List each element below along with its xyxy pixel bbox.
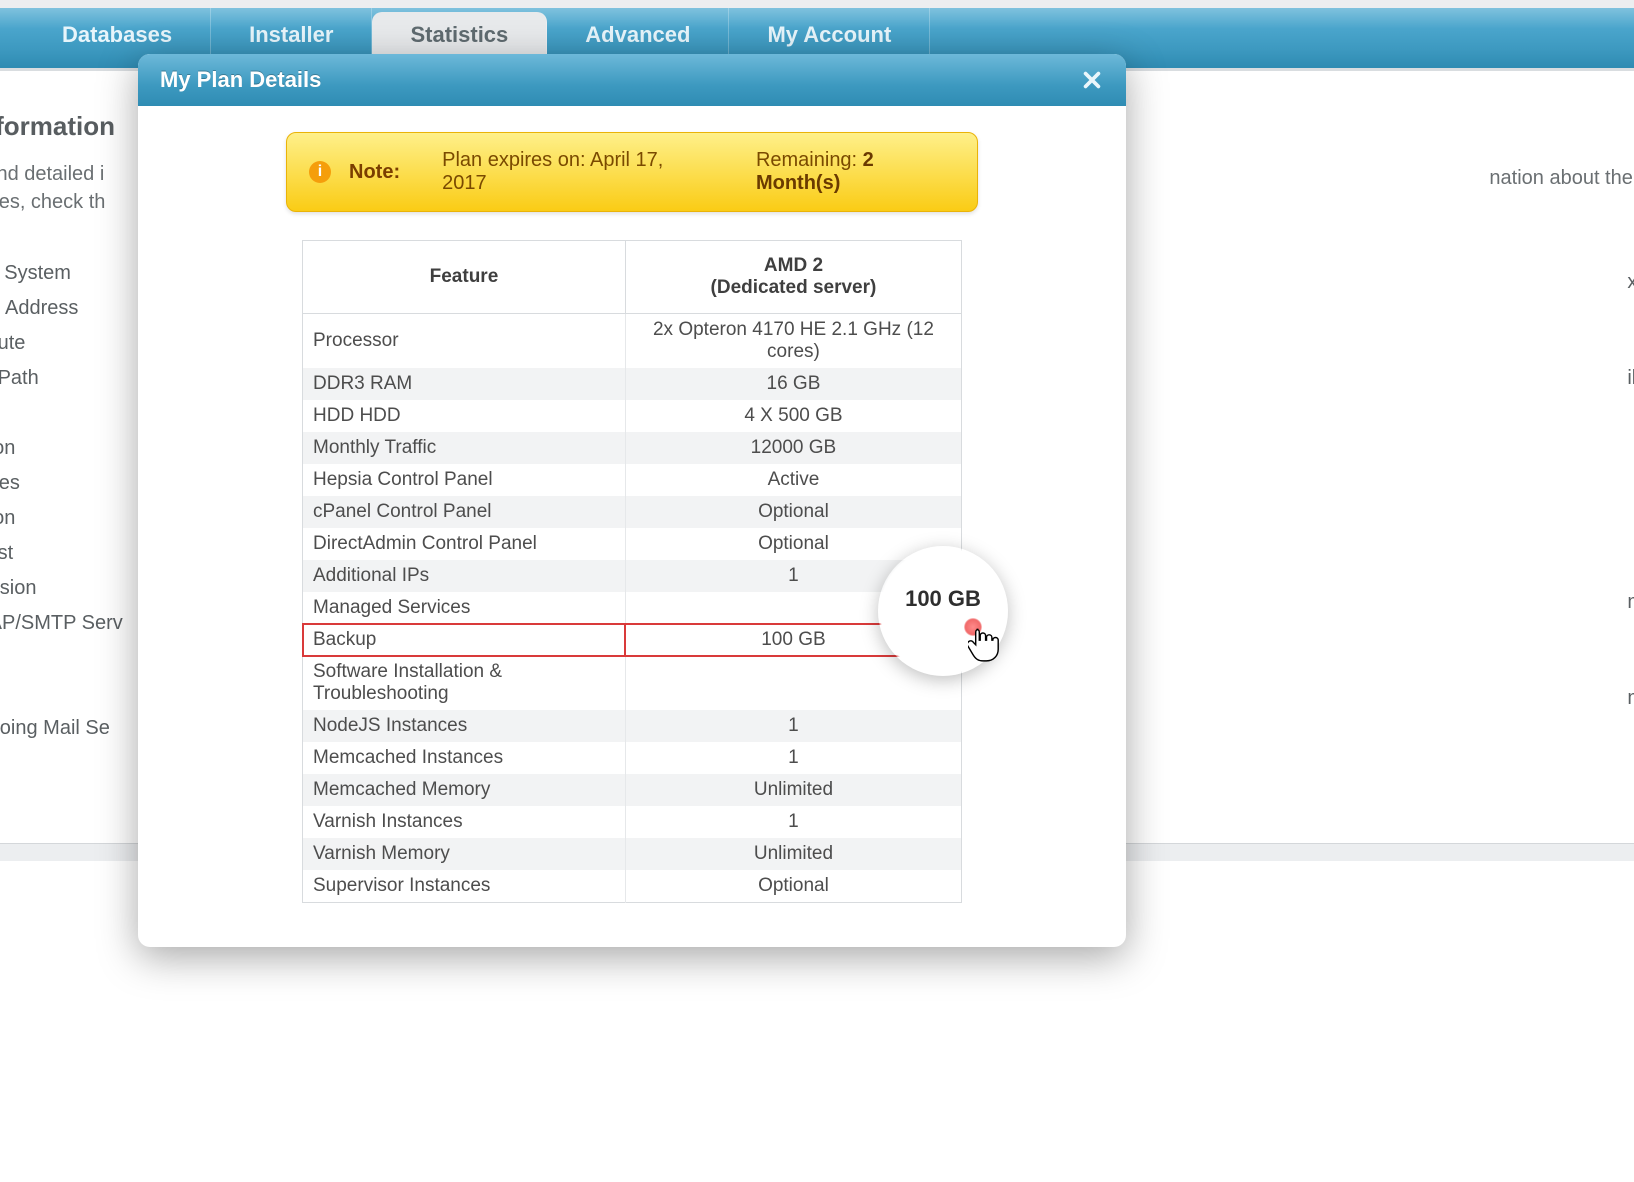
note-expires-prefix: Plan expires on: xyxy=(442,149,590,171)
table-row: Software Installation & Troubleshooting xyxy=(303,656,962,710)
feature-name: Varnish Memory xyxy=(303,838,626,870)
info-right-column: x il m m xyxy=(1627,271,1634,751)
note-bar: i Note: Plan expires on: April 17, 2017 … xyxy=(286,132,978,212)
list-item xyxy=(1627,623,1634,655)
feature-value: 1 xyxy=(625,742,961,774)
table-row: Managed Services xyxy=(303,592,962,624)
list-item xyxy=(1627,431,1634,463)
plan-name: AMD 2 xyxy=(764,255,823,276)
list-item: x xyxy=(1627,271,1634,303)
table-row: Varnish MemoryUnlimited xyxy=(303,838,962,870)
list-item xyxy=(1627,655,1634,687)
modal-header: My Plan Details xyxy=(138,54,1126,106)
table-row: Hepsia Control PanelActive xyxy=(303,464,962,496)
table-row: Additional IPs1 xyxy=(303,560,962,592)
plan-subtitle: (Dedicated server) xyxy=(636,277,951,299)
feature-name: HDD HDD xyxy=(303,400,626,432)
plan-features-table: Feature AMD 2 (Dedicated server) Process… xyxy=(302,240,962,903)
table-row: HDD HDD4 X 500 GB xyxy=(303,400,962,432)
plan-details-modal: My Plan Details i Note: Plan expires on:… xyxy=(138,54,1126,947)
list-item xyxy=(1627,399,1634,431)
list-item: m xyxy=(1627,687,1634,719)
close-icon xyxy=(1081,69,1103,91)
list-item: m xyxy=(1627,591,1634,623)
feature-name: cPanel Control Panel xyxy=(303,496,626,528)
list-item xyxy=(1627,559,1634,591)
feature-value xyxy=(625,656,961,710)
feature-value: Optional xyxy=(625,870,961,903)
feature-value xyxy=(625,592,961,624)
table-row: Processor2x Opteron 4170 HE 2.1 GHz (12 … xyxy=(303,314,962,369)
feature-value: Optional xyxy=(625,528,961,560)
list-item xyxy=(1627,303,1634,335)
feature-value: 2x Opteron 4170 HE 2.1 GHz (12 cores) xyxy=(625,314,961,369)
table-row: cPanel Control PanelOptional xyxy=(303,496,962,528)
table-row: Memcached MemoryUnlimited xyxy=(303,774,962,806)
feature-name: Processor xyxy=(303,314,626,369)
col-feature-header: Feature xyxy=(303,241,626,314)
col-plan-header: AMD 2 (Dedicated server) xyxy=(625,241,961,314)
close-button[interactable] xyxy=(1078,66,1106,94)
feature-value: 4 X 500 GB xyxy=(625,400,961,432)
table-row: Varnish Instances1 xyxy=(303,806,962,838)
feature-name: DDR3 RAM xyxy=(303,368,626,400)
page-intro-right: nation about the ins xyxy=(1489,167,1634,190)
feature-name: NodeJS Instances xyxy=(303,710,626,742)
feature-name: Memcached Memory xyxy=(303,774,626,806)
feature-value: 100 GB xyxy=(625,624,961,656)
table-row: NodeJS Instances1 xyxy=(303,710,962,742)
list-item xyxy=(1627,719,1634,751)
table-row: DirectAdmin Control PanelOptional xyxy=(303,528,962,560)
feature-value: 12000 GB xyxy=(625,432,961,464)
click-indicator xyxy=(964,618,982,636)
feature-name: Backup xyxy=(303,624,626,656)
feature-name: Monthly Traffic xyxy=(303,432,626,464)
note-remaining-prefix: Remaining: xyxy=(756,149,863,171)
feature-name: Managed Services xyxy=(303,592,626,624)
note-label: Note: xyxy=(349,161,400,184)
modal-title: My Plan Details xyxy=(160,67,321,93)
feature-value: 1 xyxy=(625,806,961,838)
feature-value: Active xyxy=(625,464,961,496)
list-item xyxy=(1627,495,1634,527)
feature-name: Varnish Instances xyxy=(303,806,626,838)
feature-name: Memcached Instances xyxy=(303,742,626,774)
modal-body: i Note: Plan expires on: April 17, 2017 … xyxy=(138,106,1126,947)
list-item xyxy=(1627,463,1634,495)
feature-value: 1 xyxy=(625,710,961,742)
table-row: Backup100 GB xyxy=(303,624,962,656)
feature-value: Unlimited xyxy=(625,838,961,870)
table-row: Monthly Traffic12000 GB xyxy=(303,432,962,464)
feature-name: Additional IPs xyxy=(303,560,626,592)
feature-name: Supervisor Instances xyxy=(303,870,626,903)
list-item xyxy=(1627,527,1634,559)
note-expires: Plan expires on: April 17, 2017 xyxy=(442,149,702,195)
feature-value: 1 xyxy=(625,560,961,592)
list-item xyxy=(1627,335,1634,367)
feature-value: Optional xyxy=(625,496,961,528)
table-row: DDR3 RAM16 GB xyxy=(303,368,962,400)
info-icon: i xyxy=(309,161,331,183)
feature-name: Software Installation & Troubleshooting xyxy=(303,656,626,710)
note-remaining: Remaining: 2 Month(s) xyxy=(756,149,955,195)
list-item: il xyxy=(1627,367,1634,399)
feature-name: Hepsia Control Panel xyxy=(303,464,626,496)
feature-value: 16 GB xyxy=(625,368,961,400)
table-row: Memcached Instances1 xyxy=(303,742,962,774)
table-row: Supervisor InstancesOptional xyxy=(303,870,962,903)
feature-value: Unlimited xyxy=(625,774,961,806)
feature-name: DirectAdmin Control Panel xyxy=(303,528,626,560)
